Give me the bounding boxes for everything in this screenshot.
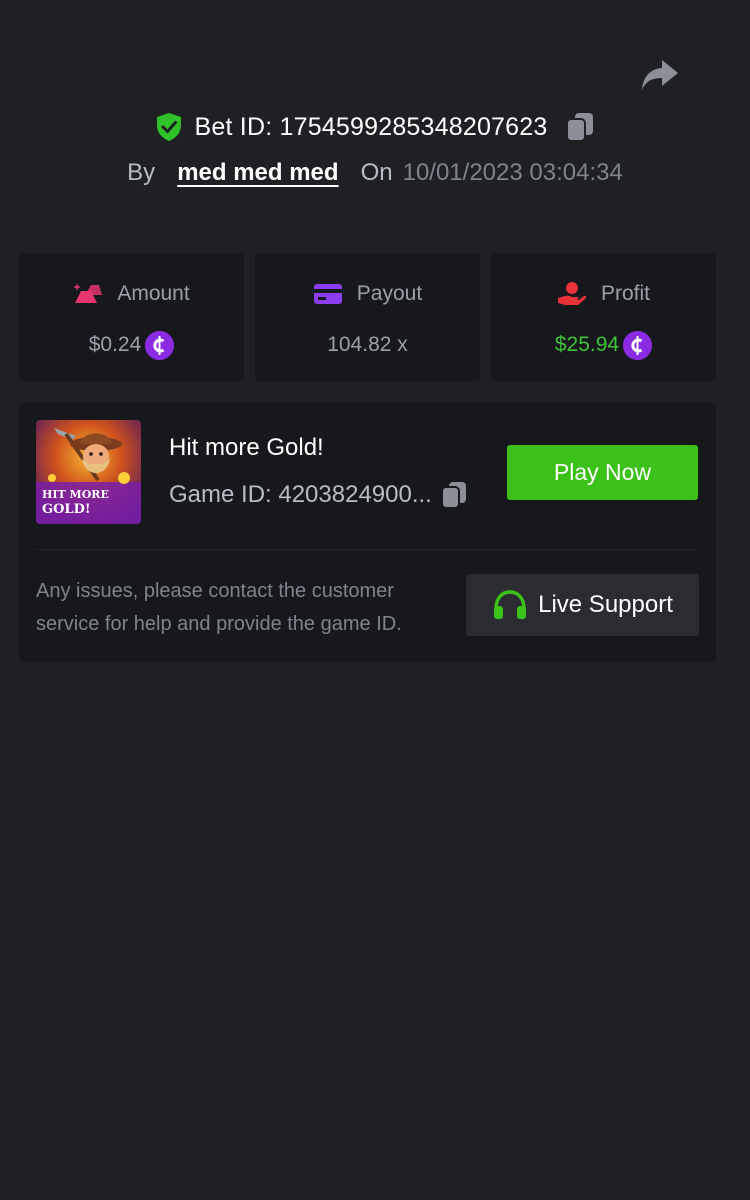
username-link[interactable]: med med med: [177, 159, 338, 187]
game-title: Hit more Gold!: [169, 434, 324, 461]
play-now-button[interactable]: Play Now: [507, 445, 698, 500]
card-icon: [313, 284, 342, 304]
live-support-button[interactable]: Live Support: [466, 574, 699, 636]
game-thumbnail[interactable]: HIT MORE GOLD!: [36, 420, 141, 524]
profit-label: Profit: [600, 282, 650, 305]
divider: [36, 549, 699, 550]
profit-card: Profit $25.94: [491, 253, 716, 381]
copy-icon[interactable]: [565, 111, 595, 143]
headset-icon: [494, 590, 527, 619]
thumb-title-line2: GOLD!: [42, 502, 91, 517]
profit-value: $25.94: [554, 333, 620, 356]
game-id: Game ID: 4203824900...: [169, 481, 432, 508]
bet-datetime: 10/01/2023 03:04:34: [402, 159, 623, 186]
coin-icon: [623, 330, 653, 360]
gold-bars-icon: [73, 283, 103, 303]
thumb-title-line1: HIT MORE: [42, 488, 109, 501]
coin-icon: [145, 330, 175, 360]
by-label: By: [127, 159, 156, 186]
support-help-text: Any issues, please contact the customer …: [36, 580, 402, 635]
game-id-row: Game ID: 4203824900...: [169, 480, 468, 510]
share-icon[interactable]: [640, 58, 680, 92]
bet-id: Bet ID: 1754599285348207623: [194, 112, 548, 141]
copy-icon[interactable]: [440, 480, 468, 510]
shield-check-icon: [156, 113, 181, 141]
amount-card: Amount $0.24: [19, 253, 244, 381]
payout-card: Payout 104.82 x: [255, 253, 480, 381]
on-label: On: [360, 159, 393, 186]
hand-money-icon: [557, 282, 587, 305]
game-card: HIT MORE GOLD! Hit more Gold! Game ID: 4…: [19, 403, 716, 662]
bet-id-row: Bet ID: 1754599285348207623: [0, 108, 750, 146]
amount-value: $0.24: [88, 333, 142, 356]
amount-label: Amount: [117, 282, 190, 305]
payout-label: Payout: [356, 282, 423, 305]
bet-meta-row: By med med med On 10/01/2023 03:04:34: [0, 156, 750, 190]
payout-value: 104.82 x: [327, 333, 408, 356]
live-support-label: Live Support: [538, 591, 673, 618]
